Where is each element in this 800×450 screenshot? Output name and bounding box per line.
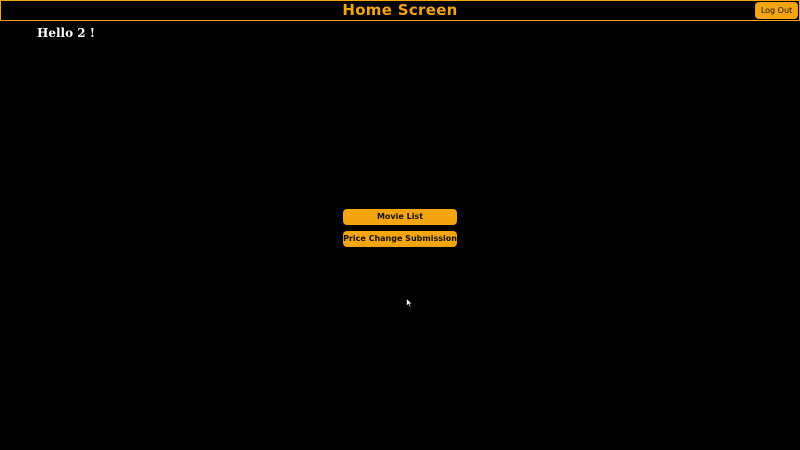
app-window: Home Screen Log Out Hello 2 ! Movie List… <box>0 0 800 450</box>
page-title: Home Screen <box>342 1 458 19</box>
movie-list-button[interactable]: Movie List <box>343 209 457 225</box>
log-out-button[interactable]: Log Out <box>755 2 798 19</box>
price-change-submission-button[interactable]: Price Change Submission <box>343 231 457 247</box>
greeting-text: Hello 2 ! <box>37 26 96 40</box>
mouse-pointer-icon <box>406 298 413 308</box>
